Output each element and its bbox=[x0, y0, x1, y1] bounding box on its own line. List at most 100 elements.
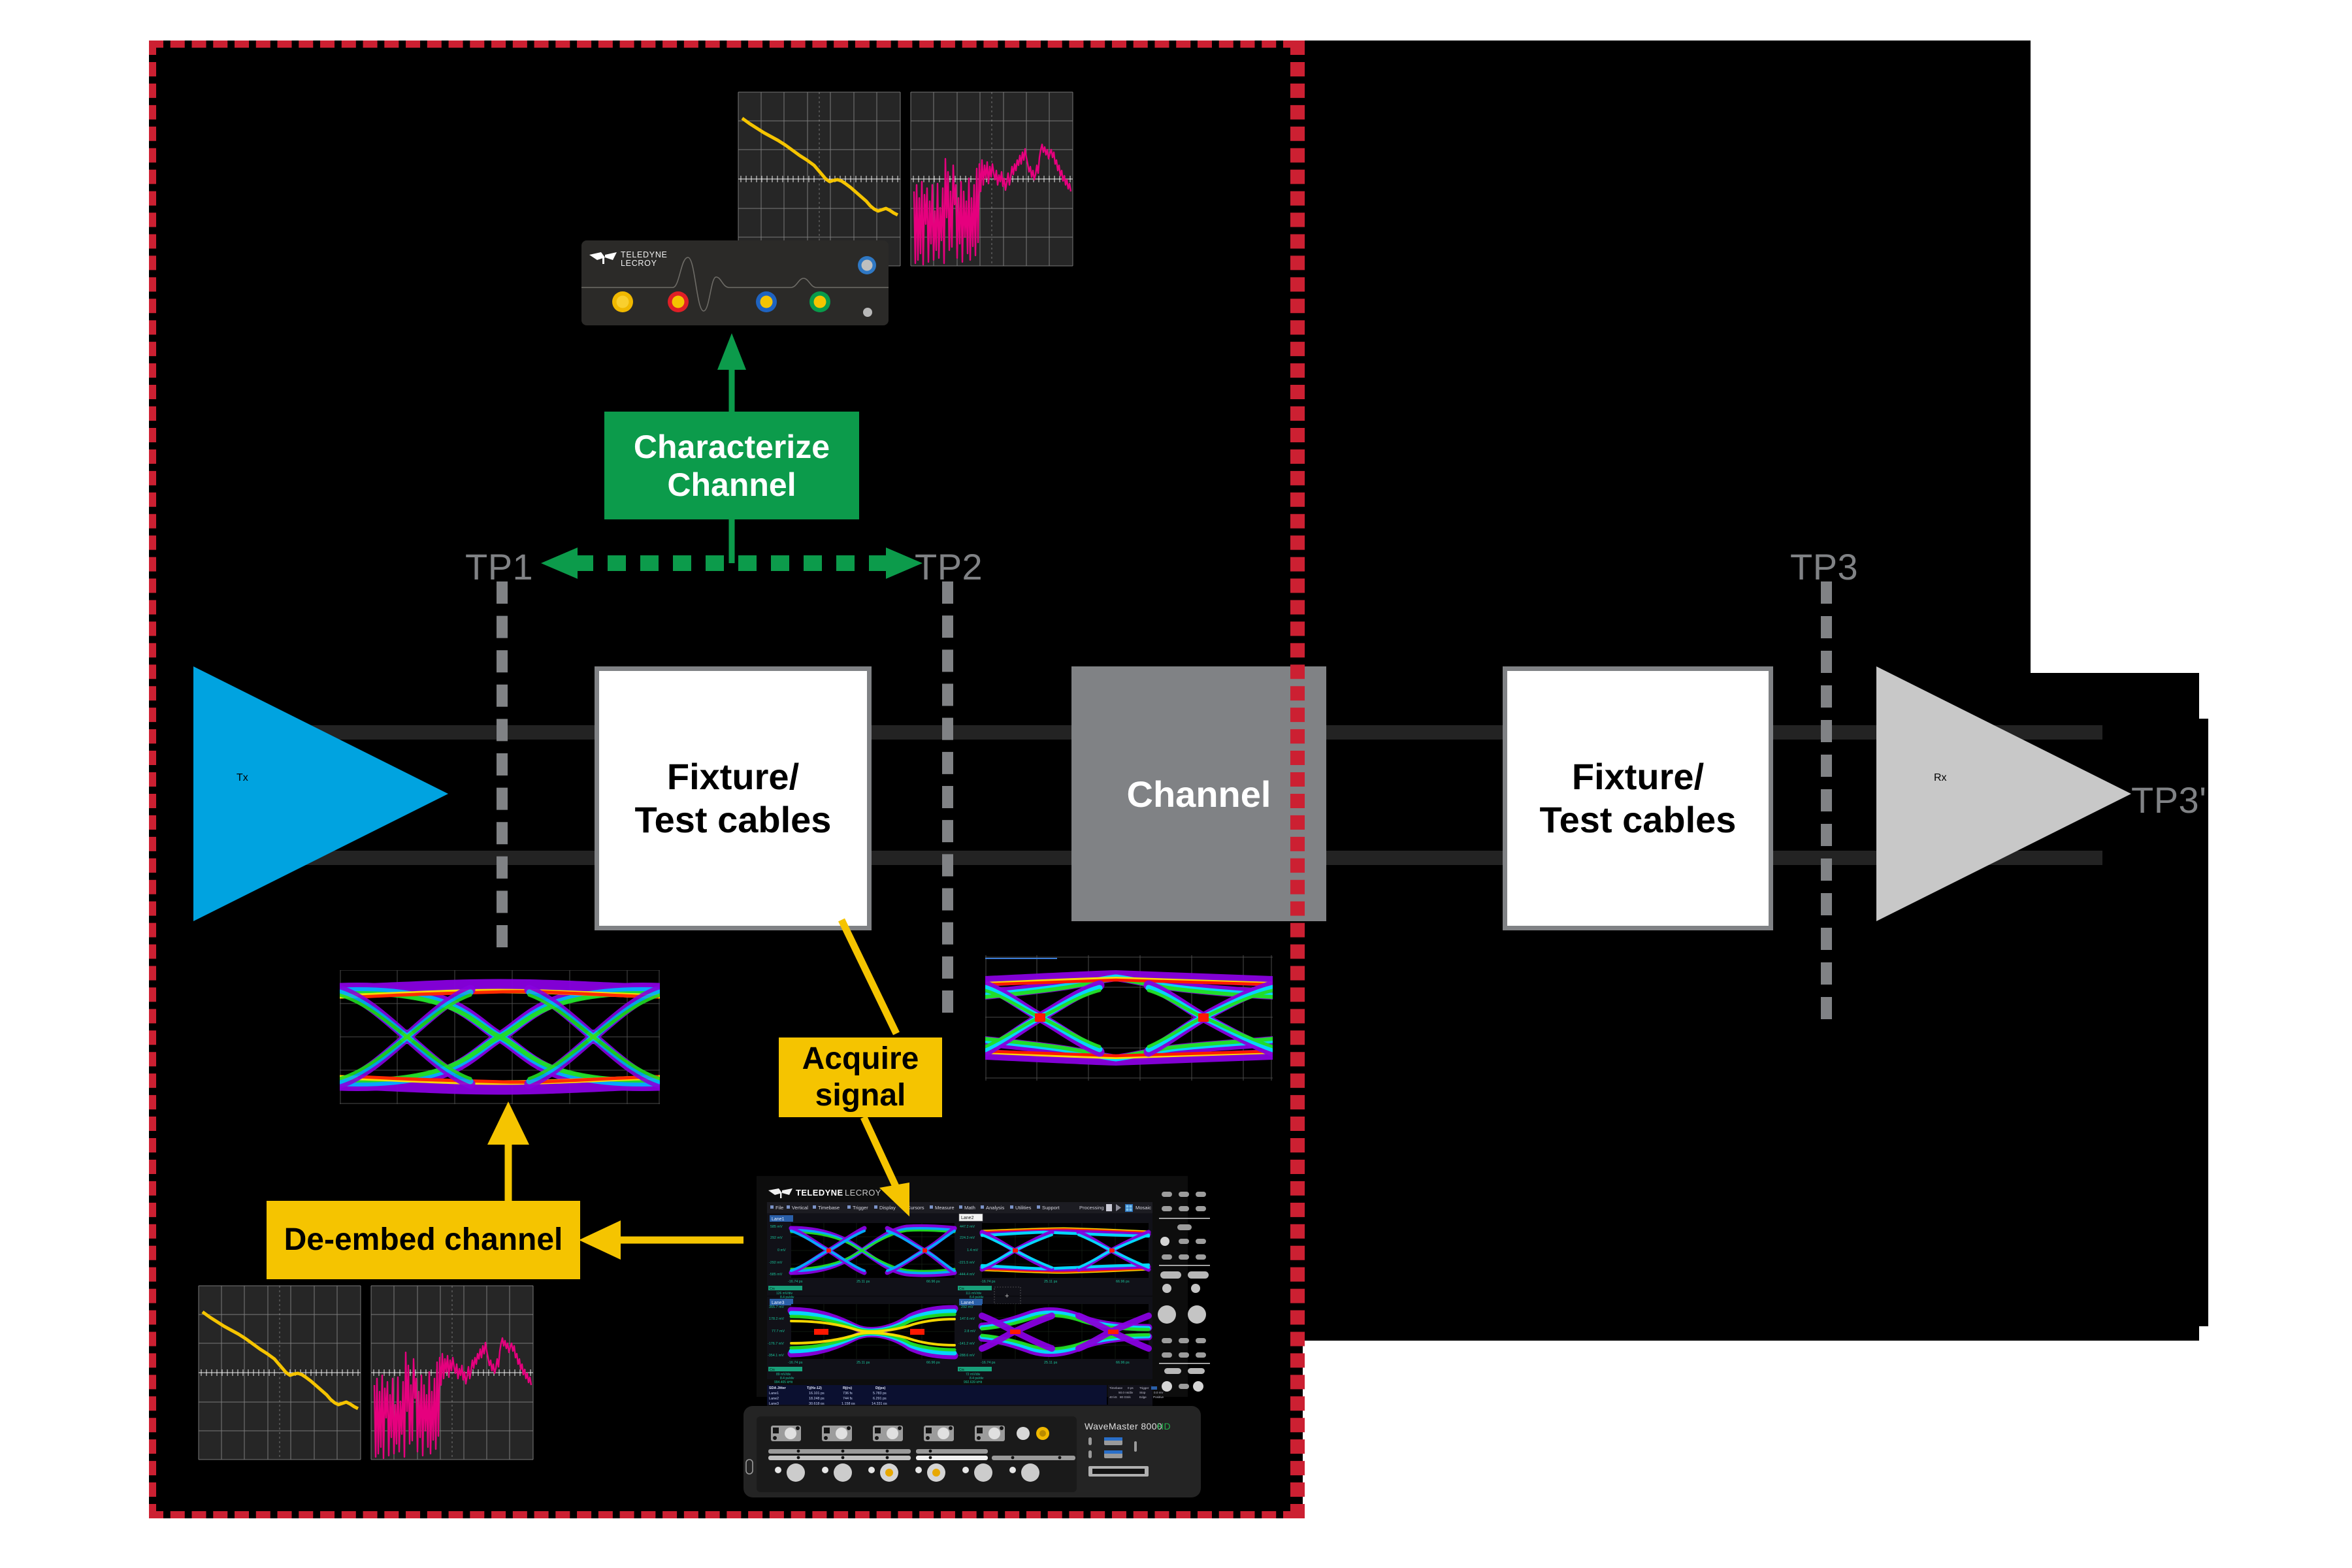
svg-text:80 GS/s: 80 GS/s bbox=[1120, 1396, 1131, 1399]
svg-text:Mosaic: Mosaic bbox=[1135, 1205, 1151, 1211]
svg-text:+: + bbox=[1005, 1292, 1009, 1300]
svg-text:25.11 ps: 25.11 ps bbox=[857, 1361, 870, 1365]
chart-return-loss-top bbox=[910, 91, 1073, 267]
svg-text:147.6 mV: 147.6 mV bbox=[960, 1317, 975, 1321]
svg-text:-292 mV: -292 mV bbox=[769, 1261, 783, 1265]
rx-triangle-icon bbox=[1876, 666, 2131, 921]
svg-text:WaveMaster 8000: WaveMaster 8000 bbox=[1085, 1421, 1162, 1431]
svg-text:Lane2: Lane2 bbox=[961, 1216, 974, 1220]
svg-text:Lane3: Lane3 bbox=[772, 1301, 785, 1305]
svg-text:Vertical: Vertical bbox=[792, 1205, 808, 1211]
channel-label: Channel bbox=[1126, 773, 1271, 815]
svg-text:66.96 ps: 66.96 ps bbox=[926, 1280, 940, 1284]
svg-text:Support: Support bbox=[1042, 1205, 1060, 1211]
svg-text:Edge: Edge bbox=[1139, 1396, 1147, 1399]
svg-text:TELEDYNE: TELEDYNE bbox=[621, 250, 668, 259]
eye-diagram-tp1-graphic bbox=[334, 970, 666, 1104]
svg-text:Lane2: Lane2 bbox=[769, 1397, 779, 1401]
fixture-left-line2: Test cables bbox=[634, 799, 832, 840]
svg-text:0 ps: 0 ps bbox=[1128, 1386, 1134, 1390]
svg-text:Trigger: Trigger bbox=[1139, 1386, 1149, 1390]
svg-text:178.2 mV: 178.2 mV bbox=[769, 1317, 784, 1321]
chart-return-loss-bottom bbox=[370, 1285, 534, 1460]
fixture-right-line2: Test cables bbox=[1539, 799, 1737, 840]
svg-text:1.4 mV: 1.4 mV bbox=[967, 1249, 978, 1252]
tp2-probe-line bbox=[942, 581, 953, 1013]
eye-diagram-tp2-graphic bbox=[980, 955, 1278, 1081]
svg-text:-221.5 mV: -221.5 mV bbox=[958, 1261, 975, 1265]
svg-text:Dj(ps): Dj(ps) bbox=[875, 1386, 885, 1390]
svg-text:-16.74 ps: -16.74 ps bbox=[981, 1280, 996, 1284]
vna-port-3 bbox=[756, 291, 777, 312]
svg-text:-288.6 mV: -288.6 mV bbox=[958, 1354, 975, 1358]
svg-text:5.783 ps: 5.783 ps bbox=[873, 1392, 887, 1396]
svg-text:Lane4: Lane4 bbox=[961, 1301, 974, 1305]
vna-port-2 bbox=[668, 291, 689, 312]
tp2-label: TP2 bbox=[915, 546, 983, 587]
svg-text:25.11 ps: 25.11 ps bbox=[1044, 1361, 1058, 1365]
svg-text:Display: Display bbox=[879, 1205, 896, 1211]
callout-acquire-label: Acquire signal bbox=[802, 1041, 919, 1113]
svg-text:Timebase: Timebase bbox=[818, 1205, 840, 1211]
svg-text:18.248 ps: 18.248 ps bbox=[809, 1397, 825, 1401]
fixture-right-line1: Fixture/ bbox=[1571, 755, 1705, 797]
svg-text:Crs: Crs bbox=[770, 1368, 775, 1372]
oscilloscope-graphic: TELEDYNE LECROY File Vertical Timebase T… bbox=[743, 1176, 1210, 1497]
svg-text:585 mV: 585 mV bbox=[770, 1225, 783, 1229]
svg-text:0.0 mV: 0.0 mV bbox=[1154, 1391, 1164, 1394]
svg-text:Crs: Crs bbox=[770, 1287, 775, 1291]
vna-sparam-panel-bottom bbox=[193, 1281, 538, 1465]
tp1-label: TP1 bbox=[465, 546, 534, 587]
channel-box: Channel bbox=[1071, 666, 1326, 921]
svg-text:40 kS: 40 kS bbox=[1109, 1396, 1117, 1399]
oscilloscope: TELEDYNE LECROY File Vertical Timebase T… bbox=[730, 1176, 1214, 1503]
callout-deembed-label: De-embed channel bbox=[284, 1222, 563, 1258]
svg-text:66.96 ps: 66.96 ps bbox=[1116, 1280, 1130, 1284]
svg-text:6.291 ps: 6.291 ps bbox=[873, 1397, 887, 1401]
tp3-probe-line bbox=[1821, 581, 1832, 1019]
svg-text:736 fs: 736 fs bbox=[843, 1392, 853, 1396]
svg-text:744 fs: 744 fs bbox=[843, 1397, 853, 1401]
rx-amplifier bbox=[1876, 666, 2131, 921]
callout-characterize-line2: Channel bbox=[667, 466, 796, 503]
svg-text:Rj(rs): Rj(rs) bbox=[843, 1386, 852, 1390]
tx-triangle-icon bbox=[193, 666, 448, 921]
svg-text:Utilities: Utilities bbox=[1015, 1205, 1032, 1211]
svg-text:0 mV: 0 mV bbox=[777, 1249, 786, 1252]
svg-text:Tj(Hz-12): Tj(Hz-12) bbox=[807, 1386, 822, 1390]
svg-text:-16.74 ps: -16.74 ps bbox=[981, 1361, 996, 1365]
eye-diagram-tp1 bbox=[334, 970, 666, 1104]
diagram-canvas: Tx Fixture/ Test cables Channel Fixture/… bbox=[0, 0, 2352, 1568]
fixture-left-box: Fixture/ Test cables bbox=[595, 666, 872, 930]
svg-text:Processing: Processing bbox=[1079, 1205, 1104, 1211]
svg-text:File: File bbox=[776, 1205, 783, 1211]
tx-label: Tx bbox=[237, 772, 248, 783]
svg-text:-176.7 mV: -176.7 mV bbox=[768, 1342, 784, 1346]
svg-text:LECROY: LECROY bbox=[845, 1188, 881, 1198]
svg-text:25.11 ps: 25.11 ps bbox=[857, 1280, 870, 1284]
svg-text:-141.2 mV: -141.2 mV bbox=[958, 1342, 975, 1346]
svg-text:Stop: Stop bbox=[1139, 1391, 1146, 1394]
fixture-right-box: Fixture/ Test cables bbox=[1503, 666, 1773, 930]
tp1-probe-line bbox=[497, 581, 508, 947]
svg-text:16.101 ps: 16.101 ps bbox=[809, 1392, 825, 1396]
vna-sparam-plots-bottom bbox=[193, 1281, 538, 1465]
svg-text:Measure: Measure bbox=[935, 1205, 955, 1211]
svg-text:2.8 mV: 2.8 mV bbox=[964, 1330, 975, 1333]
callout-characterize-channel[interactable]: Characterize Channel bbox=[604, 412, 859, 519]
svg-text:Lane1: Lane1 bbox=[769, 1392, 779, 1396]
tp3-label: TP3 bbox=[1790, 546, 1859, 587]
vna-port-1 bbox=[612, 291, 633, 312]
svg-text:50.0 ns/div: 50.0 ns/div bbox=[1119, 1391, 1134, 1394]
svg-text:66.96 ps: 66.96 ps bbox=[1116, 1361, 1130, 1365]
svg-text:TELEDYNE: TELEDYNE bbox=[796, 1188, 843, 1198]
tp3prime-label: TP3' bbox=[2131, 779, 2207, 821]
callout-acquire-signal[interactable]: Acquire signal bbox=[779, 1037, 942, 1117]
svg-text:355.7 mV: 355.7 mV bbox=[769, 1305, 784, 1309]
callout-deembed-channel[interactable]: De-embed channel bbox=[267, 1201, 580, 1279]
fixture-left-line1: Fixture/ bbox=[666, 755, 800, 797]
svg-text:Math: Math bbox=[964, 1205, 975, 1211]
svg-text:Crs: Crs bbox=[959, 1287, 964, 1291]
svg-text:292 mV: 292 mV bbox=[961, 1305, 973, 1309]
chart-insertion-loss-bottom bbox=[198, 1285, 361, 1460]
